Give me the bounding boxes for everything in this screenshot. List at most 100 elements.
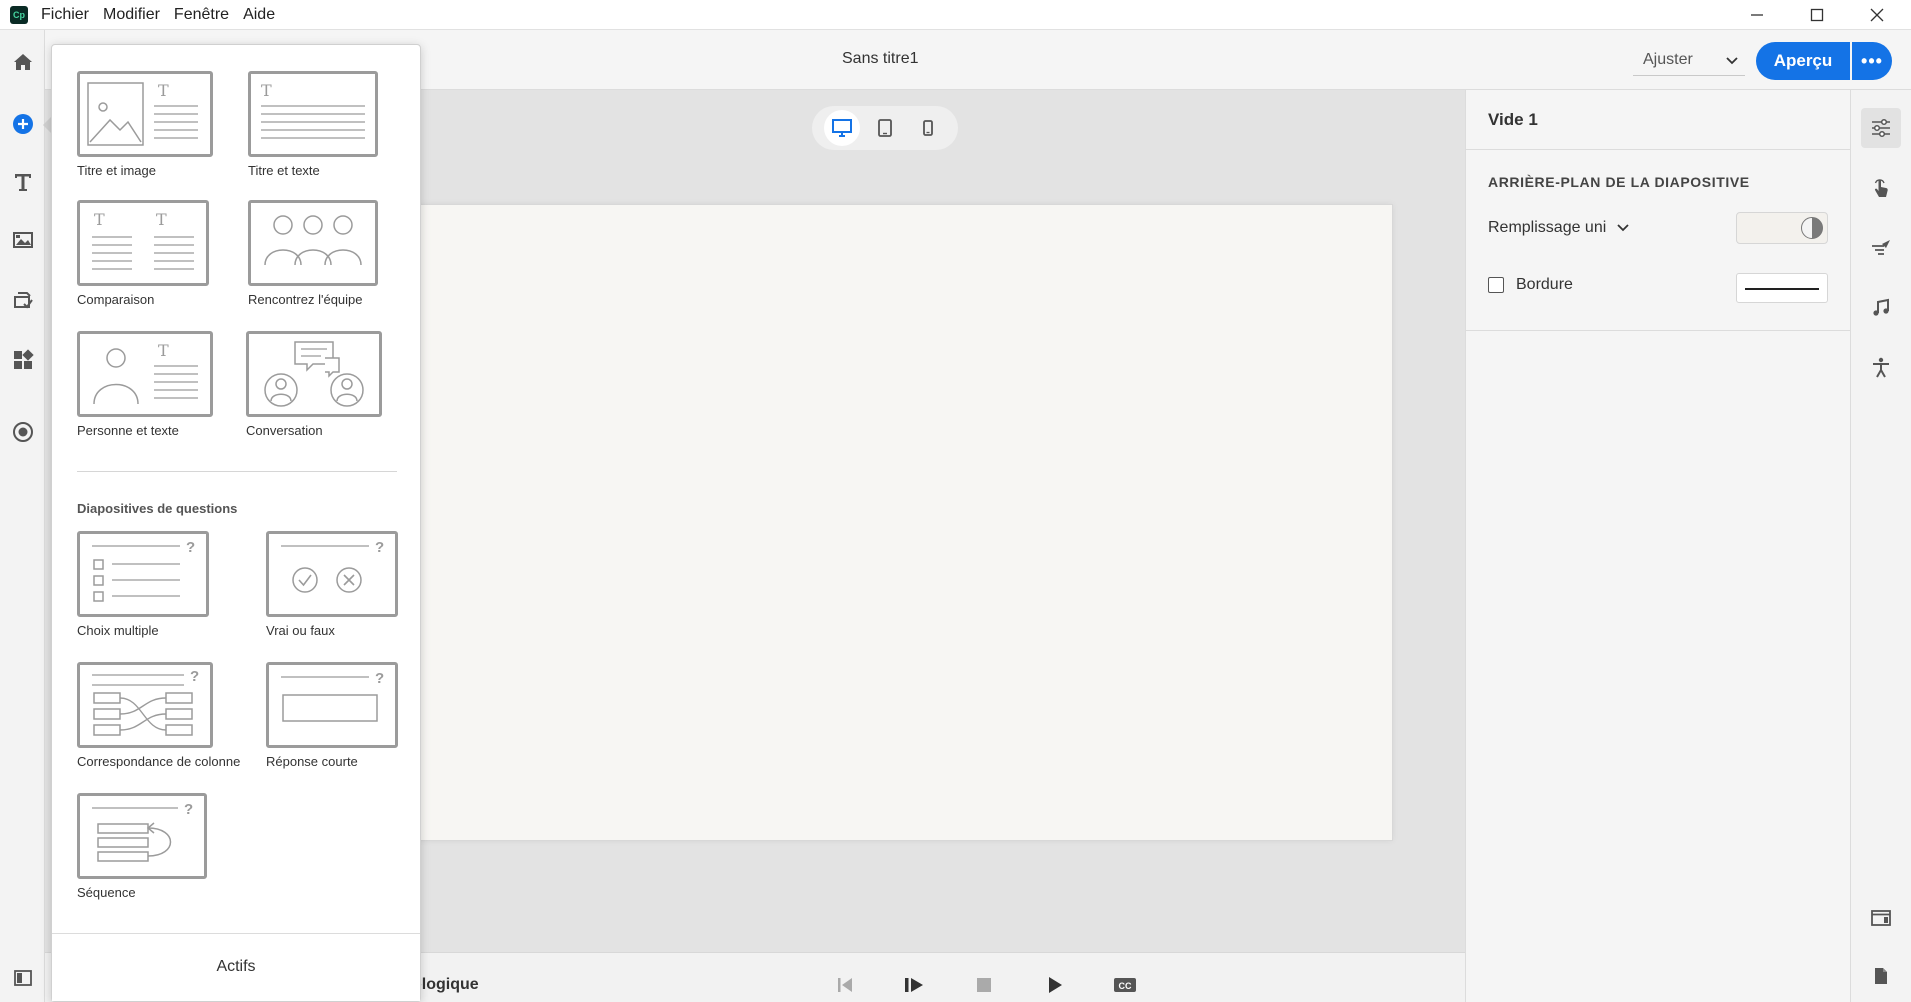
question-short-answer[interactable]: ? Réponse courte [266, 662, 398, 769]
zoom-value: Ajuster [1643, 50, 1693, 68]
template-thumbnail: T [77, 71, 213, 157]
template-label: Titre et texte [248, 163, 320, 178]
touch-icon [1874, 179, 1888, 197]
slide-panel-button[interactable] [1861, 898, 1901, 938]
svg-text:T: T [156, 210, 167, 229]
title-image-thumbnail-icon: T [87, 81, 198, 146]
question-multiple-choice[interactable]: ? Choix multiple [77, 531, 209, 638]
home-button[interactable] [9, 48, 37, 76]
device-tablet-button[interactable] [867, 110, 903, 146]
accessibility-tab-button[interactable] [1861, 348, 1901, 388]
play-from-icon [905, 978, 923, 992]
quiz-icon [14, 292, 33, 309]
menu-fenetre[interactable]: Fenêtre [174, 6, 229, 24]
device-mobile-button[interactable] [910, 110, 946, 146]
matching-thumbnail-icon: ? [92, 668, 199, 736]
panel-toggle-button[interactable] [9, 964, 37, 992]
chevron-down-icon [1617, 224, 1629, 232]
menu-aide[interactable]: Aide [243, 6, 275, 24]
svg-text:?: ? [184, 801, 193, 818]
accessibility-icon [1873, 357, 1889, 378]
border-checkbox[interactable] [1488, 277, 1504, 293]
left-tool-rail [0, 30, 45, 1002]
template-label: Choix multiple [77, 623, 159, 638]
quiz-tool-button[interactable] [9, 286, 37, 314]
document-title: Sans titre1 [842, 50, 919, 67]
template-thumbnail: ? [77, 793, 207, 879]
template-title-text[interactable]: T Titre et texte [248, 71, 378, 178]
chevron-down-icon [1726, 57, 1738, 65]
svg-text:T: T [158, 341, 169, 360]
interactions-tab-button[interactable] [1861, 168, 1901, 208]
properties-tab-button[interactable] [1861, 108, 1901, 148]
previous-slide-button[interactable] [831, 973, 859, 997]
template-thumbnail: T T [77, 200, 209, 286]
captions-button[interactable]: CC [1111, 973, 1139, 997]
media-tool-button[interactable] [9, 226, 37, 254]
border-row: Bordure [1488, 276, 1573, 294]
title-text-thumbnail-icon: T [261, 81, 365, 139]
menu-fichier[interactable]: Fichier [41, 6, 89, 24]
play-from-slide-button[interactable] [900, 973, 928, 997]
template-thumbnail: ? [266, 531, 398, 617]
slide-canvas[interactable] [350, 204, 1393, 841]
play-button[interactable] [1041, 973, 1069, 997]
text-tool-button[interactable] [9, 168, 37, 196]
fill-type-dropdown[interactable]: Remplissage uni [1488, 219, 1630, 237]
flyout-pointer [43, 117, 51, 133]
border-label: Bordure [1516, 276, 1573, 293]
conversation-thumbnail-icon [264, 341, 364, 407]
widgets-icon [14, 349, 34, 369]
mobile-icon [923, 120, 934, 136]
menu-modifier[interactable]: Modifier [103, 6, 160, 24]
document-button[interactable] [1861, 956, 1901, 996]
timeline-label: ologique [412, 976, 479, 993]
template-conversation[interactable]: Conversation [246, 331, 382, 438]
fill-color-swatch[interactable] [1736, 212, 1828, 244]
template-title-image[interactable]: T Titre et image [77, 71, 213, 178]
play-icon [1049, 977, 1062, 993]
more-options-button[interactable]: ••• [1852, 42, 1892, 80]
question-sequence[interactable]: ? Séquence [77, 793, 207, 900]
assets-label: Actifs [216, 958, 256, 975]
widgets-tool-button[interactable] [9, 346, 37, 374]
border-style-picker[interactable] [1736, 273, 1828, 303]
question-matching[interactable]: ? Correspondance de colonne [77, 662, 240, 769]
template-thumbnail: ? [77, 662, 213, 748]
device-desktop-button[interactable] [823, 110, 860, 146]
home-icon [14, 54, 32, 70]
tablet-icon [878, 119, 892, 137]
device-switch [812, 106, 958, 150]
fill-type-label: Remplissage uni [1488, 219, 1607, 236]
audio-tab-button[interactable] [1861, 288, 1901, 328]
zoom-select[interactable]: Ajuster [1633, 44, 1745, 76]
comparison-thumbnail-icon: T T [92, 210, 194, 270]
svg-text:?: ? [375, 539, 384, 556]
panel-layout-icon [1871, 910, 1891, 926]
question-slides-heading: Diapositives de questions [77, 501, 238, 516]
question-true-false[interactable]: ? Vrai ou faux [266, 531, 398, 638]
closed-captions-icon: CC [1114, 978, 1136, 992]
template-label: Comparaison [77, 292, 155, 307]
template-label: Séquence [77, 885, 136, 900]
preview-button[interactable]: Aperçu [1756, 42, 1850, 80]
stop-icon [977, 978, 991, 992]
minimize-button[interactable] [1727, 0, 1787, 30]
effects-tab-button[interactable] [1861, 228, 1901, 268]
record-icon [13, 422, 33, 442]
template-meet-team[interactable]: Rencontrez l'équipe [248, 200, 378, 307]
add-slide-button[interactable] [9, 110, 37, 138]
properties-panel: Vide 1 ARRIÈRE-PLAN DE LA DIAPOSITIVE Re… [1465, 90, 1851, 1002]
record-tool-button[interactable] [9, 418, 37, 446]
template-comparison[interactable]: T T Comparaison [77, 200, 209, 307]
svg-text:?: ? [375, 670, 384, 687]
assets-bar[interactable]: Actifs [52, 933, 420, 1001]
template-label: Réponse courte [266, 754, 358, 769]
maximize-button[interactable] [1787, 0, 1847, 30]
desktop-icon [831, 119, 852, 137]
template-person-text[interactable]: T Personne et texte [77, 331, 213, 438]
close-button[interactable] [1847, 0, 1907, 30]
stop-button[interactable] [970, 973, 998, 997]
short-answer-thumbnail-icon: ? [281, 670, 384, 722]
divider [1466, 330, 1851, 331]
